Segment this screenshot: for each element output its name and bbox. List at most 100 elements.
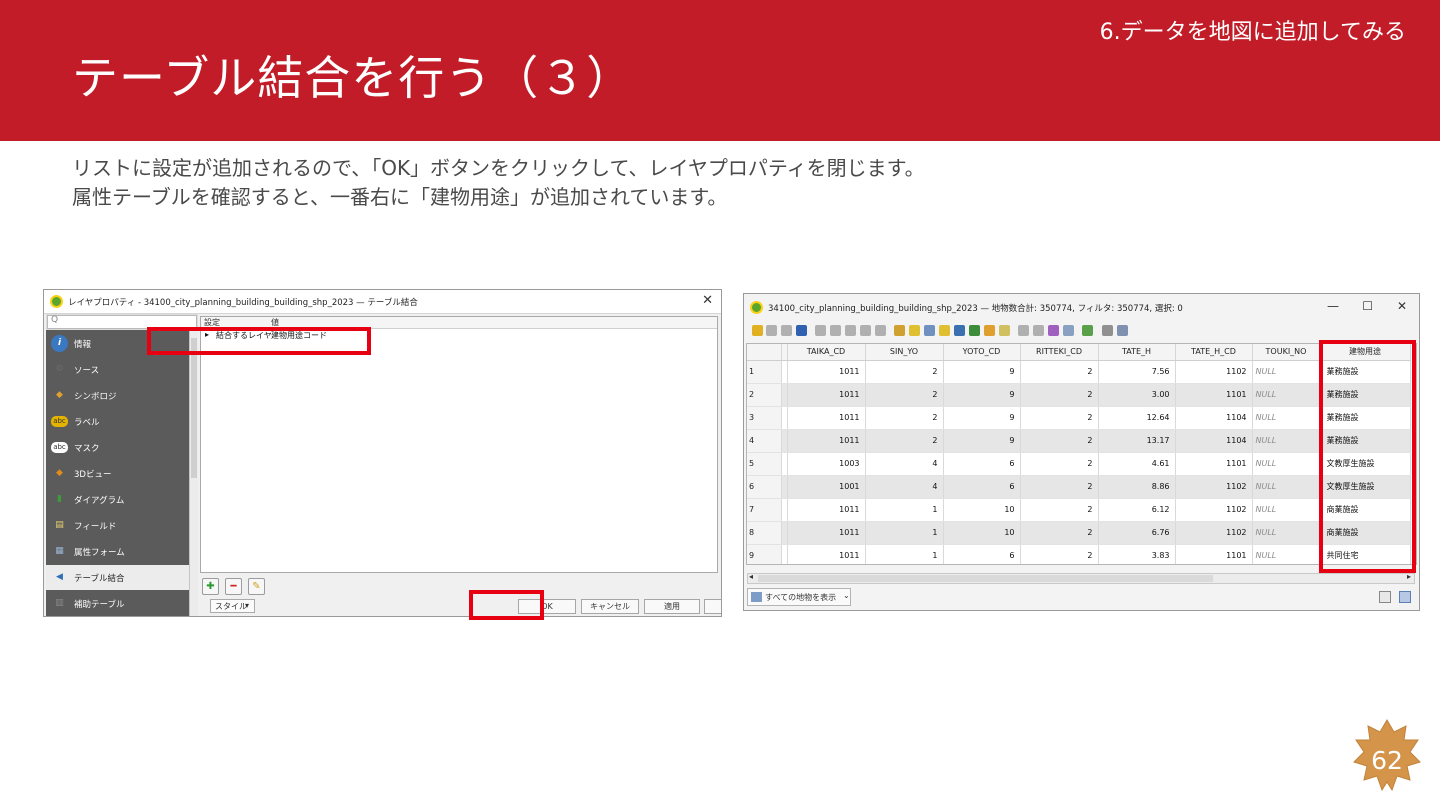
table-cell[interactable]: 3.00 xyxy=(1098,383,1176,407)
table-cell[interactable]: 2 xyxy=(865,429,944,453)
table-cell[interactable]: 10 xyxy=(943,521,1021,545)
maximize-icon[interactable]: ☐ xyxy=(1362,299,1373,313)
table-cell[interactable]: 4 xyxy=(865,475,944,499)
table-cell[interactable]: NULL xyxy=(1252,429,1321,453)
table-view-icon[interactable] xyxy=(1399,591,1411,603)
table-cell[interactable]: 4 xyxy=(865,452,944,476)
table-cell[interactable]: 10 xyxy=(943,498,1021,522)
table-cell[interactable]: NULL xyxy=(1252,383,1321,407)
close-icon[interactable]: ✕ xyxy=(1397,299,1407,313)
form-view-icon[interactable] xyxy=(1379,591,1391,603)
column-header[interactable]: RITTEKI_CD xyxy=(1020,344,1099,361)
minimize-icon[interactable]: — xyxy=(1327,299,1339,313)
close-icon[interactable]: ✕ xyxy=(702,293,713,308)
table-row[interactable]: 6 1001 4 6 2 8.86 1102 NULL 文教厚生施設 xyxy=(747,475,1411,499)
table-cell[interactable]: 1011 xyxy=(787,521,866,545)
table-cell[interactable]: 1102 xyxy=(1175,498,1253,522)
toolbar-tool-icon[interactable] xyxy=(939,325,950,336)
table-row[interactable]: 8 1011 1 10 2 6.76 1102 NULL 商業施設 xyxy=(747,521,1411,545)
table-cell[interactable]: 13.17 xyxy=(1098,429,1176,453)
table-row[interactable]: 1 1011 2 9 2 7.56 1102 NULL 業務施設 xyxy=(747,360,1411,384)
row-number[interactable]: 7 xyxy=(747,498,782,522)
toolbar-tool-icon[interactable] xyxy=(1063,325,1074,336)
toolbar-tool-icon[interactable] xyxy=(796,325,807,336)
sidebar-item-fields[interactable]: ▤ フィールド xyxy=(46,513,189,538)
horizontal-scrollbar[interactable]: ◂ ▸ xyxy=(747,572,1415,584)
column-header[interactable] xyxy=(747,344,782,361)
table-cell[interactable]: 1104 xyxy=(1175,429,1253,453)
table-cell[interactable]: NULL xyxy=(1252,521,1321,545)
row-number[interactable]: 1 xyxy=(747,360,782,384)
table-cell[interactable]: 2 xyxy=(865,406,944,430)
row-number[interactable]: 8 xyxy=(747,521,782,545)
row-number[interactable]: 2 xyxy=(747,383,782,407)
table-cell[interactable]: NULL xyxy=(1252,475,1321,499)
table-cell[interactable]: 6 xyxy=(943,475,1021,499)
sidebar-item-diagram[interactable]: ▮ ダイアグラム xyxy=(46,487,189,512)
toolbar-tool-icon[interactable] xyxy=(894,325,905,336)
table-cell[interactable]: NULL xyxy=(1252,406,1321,430)
toolbar-tool-icon[interactable] xyxy=(1033,325,1044,336)
table-cell[interactable]: 1001 xyxy=(787,475,866,499)
toolbar-tool-icon[interactable] xyxy=(909,325,920,336)
table-cell[interactable]: 6 xyxy=(943,452,1021,476)
table-cell[interactable]: 2 xyxy=(1020,360,1099,384)
column-header[interactable]: TOUKI_NO xyxy=(1252,344,1321,361)
sidebar-item-source[interactable]: ⚙ ソース xyxy=(46,357,189,382)
sidebar-item-symbology[interactable]: ◆ シンボロジ xyxy=(46,383,189,408)
sidebar-scrollbar[interactable] xyxy=(189,330,198,616)
table-row[interactable]: 2 1011 2 9 2 3.00 1101 NULL 業務施設 xyxy=(747,383,1411,407)
remove-join-button[interactable]: ━ xyxy=(225,578,242,595)
sidebar-item-3d-view[interactable]: ◆ 3Dビュー xyxy=(46,461,189,486)
row-number[interactable]: 3 xyxy=(747,406,782,430)
toolbar-tool-icon[interactable] xyxy=(1082,325,1093,336)
toolbar-tool-icon[interactable] xyxy=(815,325,826,336)
toolbar-tool-icon[interactable] xyxy=(830,325,841,336)
toolbar-tool-icon[interactable] xyxy=(845,325,856,336)
table-cell[interactable]: NULL xyxy=(1252,544,1321,564)
toolbar-tool-icon[interactable] xyxy=(954,325,965,336)
table-cell[interactable]: 2 xyxy=(1020,383,1099,407)
table-cell[interactable]: 1 xyxy=(865,498,944,522)
table-cell[interactable]: 1 xyxy=(865,544,944,564)
table-cell[interactable]: 1102 xyxy=(1175,475,1253,499)
column-header[interactable]: SIN_YO xyxy=(865,344,944,361)
table-cell[interactable]: NULL xyxy=(1252,452,1321,476)
toolbar-tool-icon[interactable] xyxy=(984,325,995,336)
toolbar-tool-icon[interactable] xyxy=(1018,325,1029,336)
table-cell[interactable]: 1011 xyxy=(787,383,866,407)
table-row[interactable]: 7 1011 1 10 2 6.12 1102 NULL 商業施設 xyxy=(747,498,1411,522)
toolbar-tool-icon[interactable] xyxy=(1048,325,1059,336)
table-cell[interactable]: 1101 xyxy=(1175,544,1253,564)
row-number[interactable]: 4 xyxy=(747,429,782,453)
sidebar-item-attribute-form[interactable]: ▦ 属性フォーム xyxy=(46,539,189,564)
column-header[interactable]: TAIKA_CD xyxy=(787,344,866,361)
toolbar-tool-icon[interactable] xyxy=(781,325,792,336)
scroll-right-icon[interactable]: ▸ xyxy=(1407,572,1411,581)
toolbar-tool-icon[interactable] xyxy=(875,325,886,336)
row-number[interactable]: 5 xyxy=(747,452,782,476)
toolbar-tool-icon[interactable] xyxy=(1102,325,1113,336)
table-row[interactable]: 3 1011 2 9 2 12.64 1104 NULL 業務施設 xyxy=(747,406,1411,430)
show-all-features-dropdown[interactable]: すべての地物を表示 ⌄ xyxy=(747,588,851,606)
table-cell[interactable]: 1003 xyxy=(787,452,866,476)
table-cell[interactable]: 1011 xyxy=(787,406,866,430)
table-cell[interactable]: 6.12 xyxy=(1098,498,1176,522)
table-row[interactable]: 5 1003 4 6 2 4.61 1101 NULL 文教厚生施設 xyxy=(747,452,1411,476)
row-number[interactable]: 9 xyxy=(747,544,782,564)
table-cell[interactable]: 2 xyxy=(1020,498,1099,522)
table-cell[interactable]: 9 xyxy=(943,406,1021,430)
toolbar-tool-icon[interactable] xyxy=(752,325,763,336)
add-join-button[interactable]: ✚ xyxy=(202,578,219,595)
column-header[interactable]: TATE_H_CD xyxy=(1175,344,1253,361)
sidebar-item-joins[interactable]: ◀ テーブル結合 xyxy=(46,565,189,590)
table-cell[interactable]: 7.56 xyxy=(1098,360,1176,384)
table-cell[interactable]: 1011 xyxy=(787,429,866,453)
column-header[interactable]: YOTO_CD xyxy=(943,344,1021,361)
table-row[interactable]: 4 1011 2 9 2 13.17 1104 NULL 業務施設 xyxy=(747,429,1411,453)
table-cell[interactable]: 2 xyxy=(865,360,944,384)
style-dropdown[interactable]: スタイル ▾ xyxy=(210,599,255,613)
table-cell[interactable]: 2 xyxy=(1020,521,1099,545)
table-cell[interactable]: 9 xyxy=(943,360,1021,384)
toolbar-tool-icon[interactable] xyxy=(860,325,871,336)
